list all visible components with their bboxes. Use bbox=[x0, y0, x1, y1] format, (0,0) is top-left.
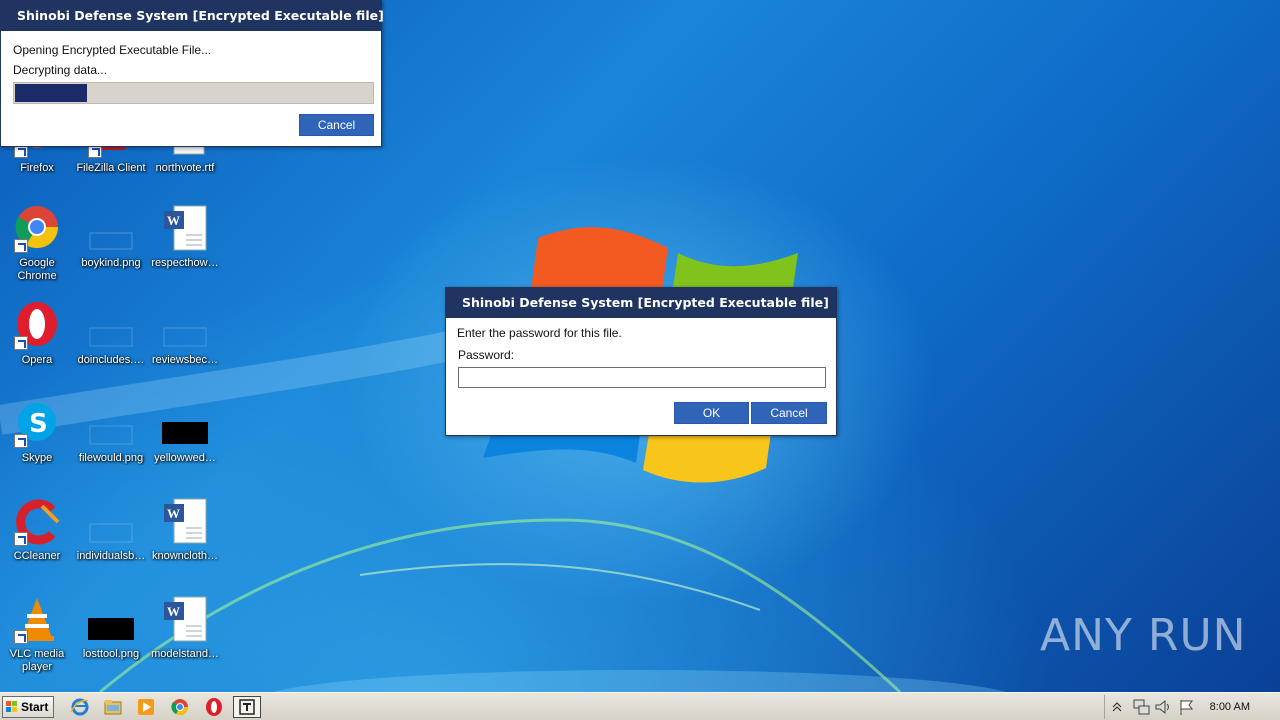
desktop-icon-label: Google Chrome bbox=[17, 257, 57, 282]
shinobi-app-icon[interactable] bbox=[233, 696, 261, 718]
skype-icon: S bbox=[14, 400, 60, 448]
desktop-icon-opera[interactable]: Opera bbox=[0, 302, 74, 392]
password-input[interactable] bbox=[458, 367, 826, 388]
start-label: Start bbox=[21, 700, 49, 714]
svg-text:S: S bbox=[29, 409, 48, 439]
shortcut-arrow-icon bbox=[14, 239, 28, 253]
svg-text:W: W bbox=[167, 604, 180, 619]
image-thumbnail-icon bbox=[88, 596, 134, 644]
desktop-icon-respecthow[interactable]: W respecthow… bbox=[148, 205, 222, 295]
explorer-folder-icon[interactable] bbox=[103, 697, 123, 717]
desktop-icon-doincludes[interactable]: doincludes.… bbox=[74, 302, 148, 392]
desktop-icon-label: yellowwed… bbox=[154, 452, 216, 464]
shortcut-arrow-icon bbox=[14, 532, 28, 546]
start-button[interactable]: Start bbox=[2, 696, 54, 718]
cancel-button[interactable]: Cancel bbox=[751, 402, 827, 424]
image-file-icon bbox=[88, 400, 134, 448]
system-tray: 8:00 AM bbox=[1104, 695, 1280, 719]
desktop: Firefox FileZilla Client northvote.rtf G… bbox=[0, 0, 1280, 692]
media-player-icon[interactable] bbox=[136, 697, 156, 717]
decrypting-progress-dialog: Shinobi Defense System [Encrypted Execut… bbox=[0, 0, 384, 147]
desktop-icon-chrome[interactable]: Google Chrome bbox=[0, 205, 74, 295]
desktop-icon-label: respecthow… bbox=[151, 257, 219, 269]
shortcut-arrow-icon bbox=[14, 434, 28, 448]
vlc-cone-icon bbox=[14, 596, 60, 644]
show-hidden-icons-icon[interactable] bbox=[1111, 697, 1123, 717]
clock[interactable]: 8:00 AM bbox=[1210, 701, 1250, 713]
dialog-title: Shinobi Defense System [Encrypted Execut… bbox=[446, 288, 836, 318]
password-prompt: Enter the password for this file. bbox=[457, 326, 622, 340]
file-icon bbox=[88, 498, 134, 546]
desktop-icon-label: losttool.png bbox=[82, 648, 140, 660]
desktop-icon-yellowwed[interactable]: yellowwed… bbox=[148, 400, 222, 490]
desktop-icon-label: Opera bbox=[21, 354, 53, 366]
opera-icon[interactable] bbox=[204, 697, 224, 717]
desktop-icon-vlc[interactable]: VLC media player bbox=[0, 596, 74, 686]
image-thumbnail-icon bbox=[162, 400, 208, 448]
shortcut-arrow-icon bbox=[14, 630, 28, 644]
desktop-icon-losttool[interactable]: losttool.png bbox=[74, 596, 148, 686]
chrome-icon[interactable] bbox=[170, 697, 190, 717]
svg-text:W: W bbox=[167, 213, 180, 228]
desktop-icon-label: northvote.rtf bbox=[155, 162, 215, 174]
desktop-icon-label: Firefox bbox=[20, 162, 54, 174]
taskbar: Start 8:00 AM bbox=[0, 692, 1280, 720]
desktop-icon-label: CCleaner bbox=[13, 550, 61, 562]
action-center-flag-icon[interactable] bbox=[1177, 697, 1197, 717]
file-icon bbox=[88, 302, 134, 350]
shortcut-arrow-icon bbox=[14, 336, 28, 350]
desktop-icon-label: modelstand… bbox=[151, 648, 219, 660]
desktop-icon-modelstand[interactable]: W modelstand… bbox=[148, 596, 222, 686]
opening-status-text: Opening Encrypted Executable File... bbox=[13, 43, 212, 57]
desktop-icon-label: individualsb… bbox=[76, 550, 146, 562]
opera-icon bbox=[14, 302, 60, 350]
network-icon[interactable] bbox=[1131, 697, 1151, 717]
anyrun-watermark: ANY RUN bbox=[1040, 610, 1247, 661]
desktop-icon-reviewsbec[interactable]: reviewsbec… bbox=[148, 302, 222, 392]
decrypting-status-text: Decrypting data... bbox=[13, 63, 108, 77]
ccleaner-icon bbox=[14, 498, 60, 546]
desktop-icon-label: VLC media player bbox=[9, 648, 65, 673]
internet-explorer-icon[interactable] bbox=[70, 697, 90, 717]
volume-icon[interactable] bbox=[1153, 697, 1173, 717]
word-document-icon: W bbox=[162, 498, 208, 546]
desktop-icon-label: reviewsbec… bbox=[151, 354, 219, 366]
decrypt-progress-bar bbox=[13, 82, 374, 104]
ok-button[interactable]: OK bbox=[674, 402, 749, 424]
desktop-icon-label: Skype bbox=[21, 452, 53, 464]
desktop-icon-label: knowncloth… bbox=[151, 550, 219, 562]
image-file-icon bbox=[88, 205, 134, 253]
progress-fill bbox=[15, 84, 87, 102]
desktop-icon-skype[interactable]: S Skype bbox=[0, 400, 74, 490]
word-document-icon: W bbox=[162, 205, 208, 253]
desktop-icon-individualsb[interactable]: individualsb… bbox=[74, 498, 148, 588]
svg-text:W: W bbox=[167, 506, 180, 521]
desktop-icon-knowncloth[interactable]: W knowncloth… bbox=[148, 498, 222, 588]
windows-start-icon bbox=[6, 701, 17, 712]
desktop-icon-label: doincludes.… bbox=[77, 354, 145, 366]
chrome-icon bbox=[14, 205, 60, 253]
desktop-icon-label: boykind.png bbox=[81, 257, 141, 269]
desktop-icon-label: FileZilla Client bbox=[76, 162, 146, 174]
desktop-icon-ccleaner[interactable]: CCleaner bbox=[0, 498, 74, 588]
word-document-icon: W bbox=[162, 596, 208, 644]
desktop-icon-filewould[interactable]: filewould.png bbox=[74, 400, 148, 490]
file-icon bbox=[162, 302, 208, 350]
dialog-title: Shinobi Defense System [Encrypted Execut… bbox=[1, 1, 384, 31]
desktop-icon-boykind[interactable]: boykind.png bbox=[74, 205, 148, 295]
password-dialog: Shinobi Defense System [Encrypted Execut… bbox=[445, 287, 837, 436]
password-label: Password: bbox=[458, 348, 515, 362]
cancel-button[interactable]: Cancel bbox=[299, 114, 374, 136]
desktop-icon-label: filewould.png bbox=[78, 452, 144, 464]
